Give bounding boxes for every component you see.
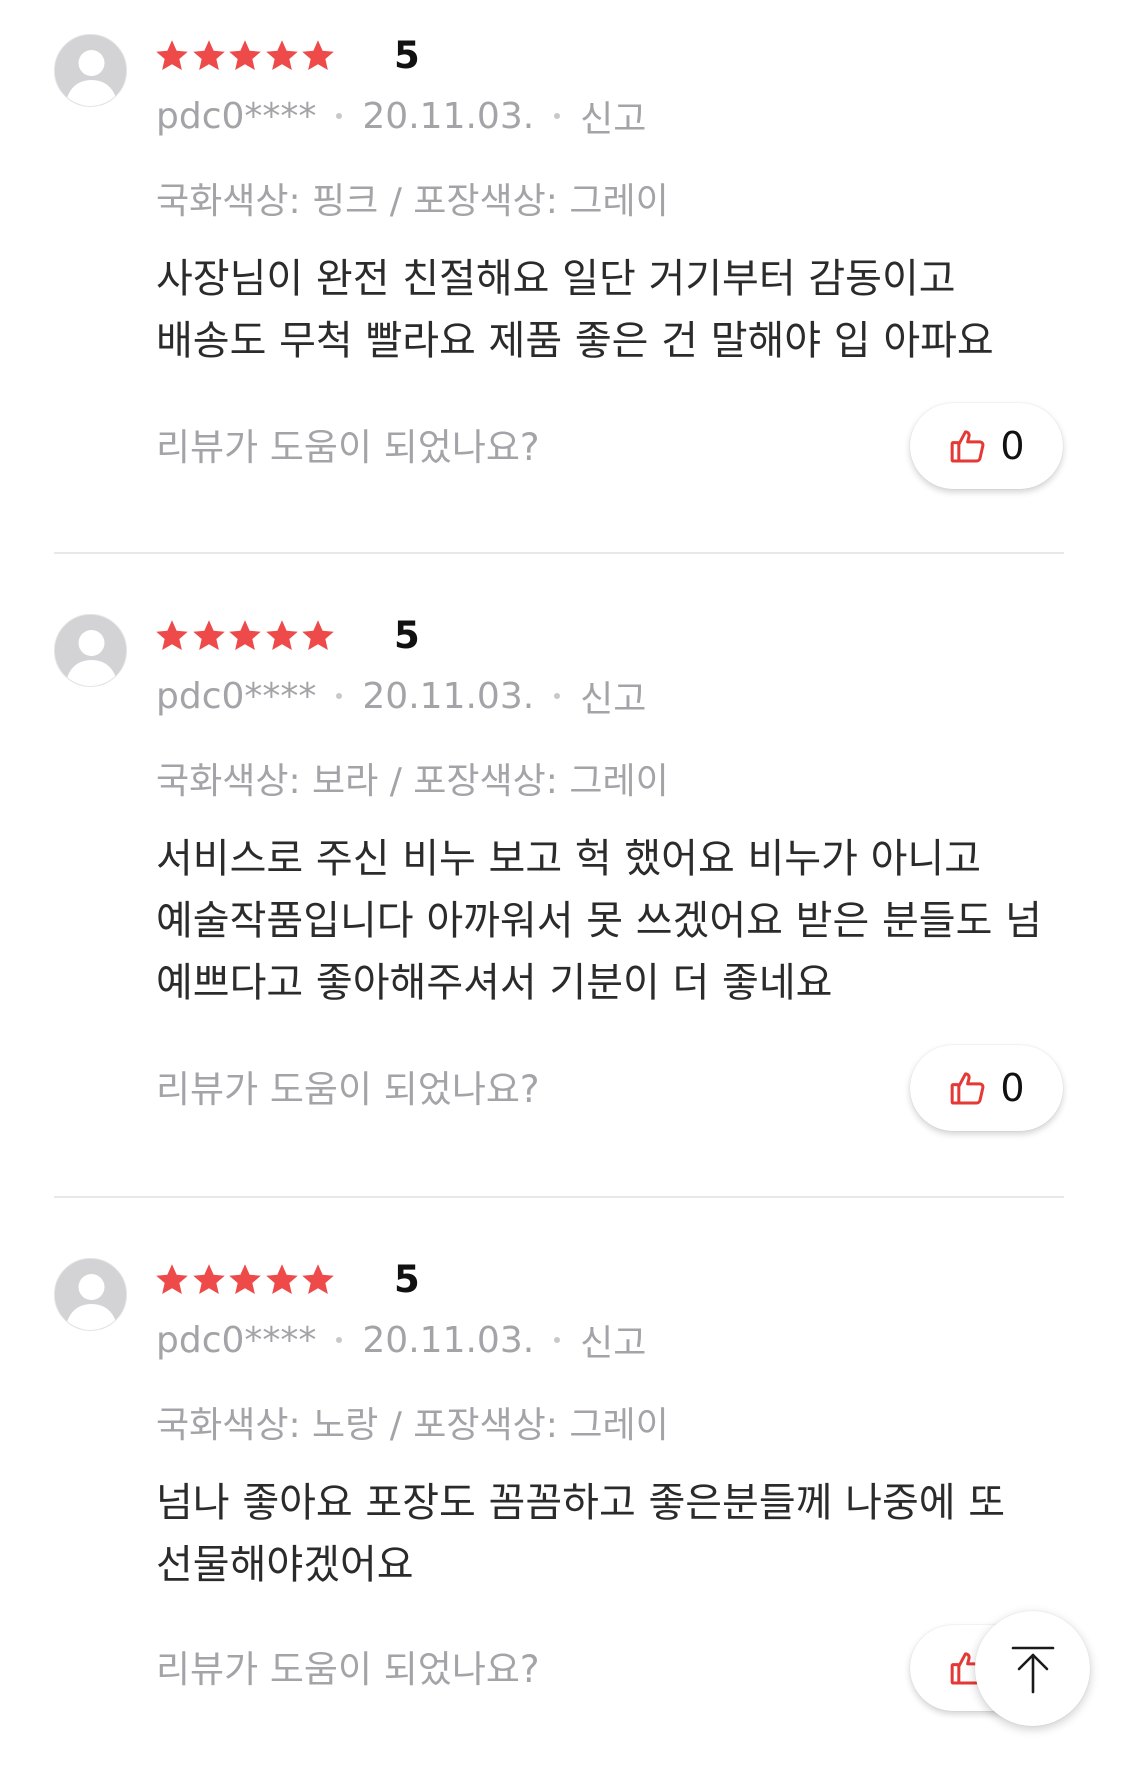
report-link[interactable]: 신고 bbox=[580, 670, 646, 722]
star-icon bbox=[191, 618, 227, 654]
rating-score: 5 bbox=[394, 614, 420, 657]
report-link[interactable]: 신고 bbox=[580, 90, 646, 142]
rating-score: 5 bbox=[394, 1258, 420, 1301]
like-count: 0 bbox=[1000, 1066, 1025, 1110]
review-divider bbox=[54, 1196, 1064, 1198]
star-icon bbox=[191, 38, 227, 74]
username: pdc0**** bbox=[156, 1319, 317, 1361]
helpful-prompt: 리뷰가 도움이 되었나요? bbox=[156, 426, 540, 469]
thumbs-up-icon bbox=[948, 1068, 988, 1108]
star-icon bbox=[264, 38, 300, 74]
star-icon bbox=[154, 38, 190, 74]
star-icon bbox=[154, 618, 190, 654]
user-avatar-icon bbox=[54, 614, 127, 687]
star-icon bbox=[300, 38, 336, 74]
like-count: 0 bbox=[1000, 424, 1025, 468]
product-option: 국화색상: 핑크 / 포장색상: 그레이 bbox=[156, 181, 669, 222]
review-text: 사장님이 완전 친절해요 일단 거기부터 감동이고 배송도 무척 빨라요 제품 … bbox=[156, 256, 994, 364]
product-option: 국화색상: 보라 / 포장색상: 그레이 bbox=[156, 761, 669, 802]
username: pdc0**** bbox=[156, 675, 317, 717]
review-divider bbox=[54, 552, 1064, 554]
report-link[interactable]: 신고 bbox=[580, 1314, 646, 1366]
helpful-prompt: 리뷰가 도움이 되었나요? bbox=[156, 1648, 540, 1691]
star-icon bbox=[300, 1262, 336, 1298]
user-avatar-icon bbox=[54, 34, 127, 107]
arrow-up-to-top-icon bbox=[1007, 1643, 1059, 1695]
helpful-prompt: 리뷰가 도움이 되었나요? bbox=[156, 1068, 540, 1111]
star-icon bbox=[300, 618, 336, 654]
review-date: 20.11.03. bbox=[362, 95, 535, 137]
review-meta: pdc0**** 20.11.03. 신고 bbox=[156, 670, 646, 722]
user-avatar-icon bbox=[54, 1258, 127, 1331]
star-icon bbox=[191, 1262, 227, 1298]
separator-dot bbox=[554, 1337, 561, 1343]
star-icon bbox=[227, 618, 263, 654]
review-text: 넘나 좋아요 포장도 꼼꼼하고 좋은분들께 나중에 또 선물해야겠어요 bbox=[156, 1480, 1006, 1588]
star-icon bbox=[264, 618, 300, 654]
separator-dot bbox=[336, 693, 343, 699]
separator-dot bbox=[336, 113, 343, 119]
username: pdc0**** bbox=[156, 95, 317, 137]
review-date: 20.11.03. bbox=[362, 1319, 535, 1361]
star-rating bbox=[154, 1258, 337, 1302]
separator-dot bbox=[336, 1337, 343, 1343]
like-button[interactable]: 0 bbox=[910, 1045, 1063, 1131]
separator-dot bbox=[554, 693, 561, 699]
product-option: 국화색상: 노랑 / 포장색상: 그레이 bbox=[156, 1405, 669, 1446]
star-icon bbox=[154, 1262, 190, 1298]
star-rating bbox=[154, 614, 337, 658]
review-text: 서비스로 주신 비누 보고 헉 했어요 비누가 아니고 예술작품입니다 아까워서… bbox=[156, 836, 1042, 1006]
review-meta: pdc0**** 20.11.03. 신고 bbox=[156, 1314, 646, 1366]
review-date: 20.11.03. bbox=[362, 675, 535, 717]
star-rating bbox=[154, 34, 337, 78]
star-icon bbox=[227, 38, 263, 74]
scroll-to-top-button[interactable] bbox=[975, 1611, 1090, 1726]
separator-dot bbox=[554, 113, 561, 119]
star-icon bbox=[227, 1262, 263, 1298]
review-meta: pdc0**** 20.11.03. 신고 bbox=[156, 90, 646, 142]
like-button[interactable]: 0 bbox=[910, 403, 1063, 489]
rating-score: 5 bbox=[394, 34, 420, 77]
star-icon bbox=[264, 1262, 300, 1298]
thumbs-up-icon bbox=[948, 426, 988, 466]
